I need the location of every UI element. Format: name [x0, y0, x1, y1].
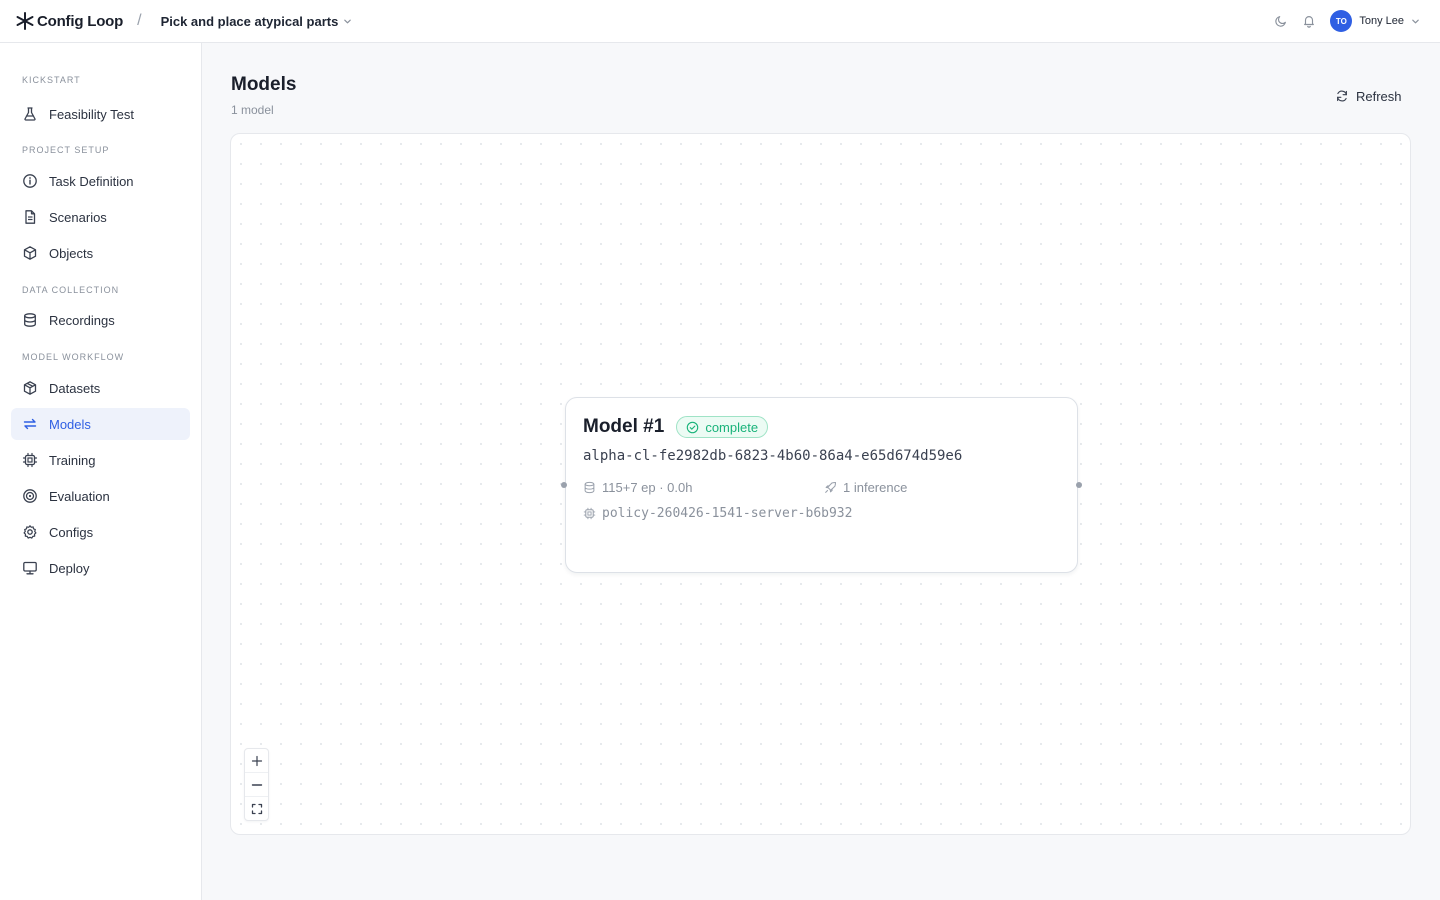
package-icon: [23, 381, 37, 395]
policy-value: policy-260426-1541-server-b6b932: [602, 506, 853, 521]
breadcrumb-separator: /: [137, 12, 142, 29]
moon-icon[interactable]: [1274, 14, 1288, 28]
plus-icon: [251, 755, 262, 766]
status-label: complete: [705, 419, 759, 435]
sidebar-item-label: Configs: [49, 524, 94, 540]
sidebar-item-label: Objects: [49, 245, 94, 261]
inference-value: 1 inference: [843, 480, 908, 495]
sidebar-item-label: Datasets: [49, 380, 101, 396]
brand-name: Config Loop: [37, 12, 124, 30]
sidebar-item-label: Recordings: [49, 312, 115, 328]
cube-icon: [23, 246, 37, 260]
database-icon: [24, 313, 36, 327]
section-label-model-workflow: MODEL WORKFLOW: [22, 352, 125, 362]
sidebar-item-datasets[interactable]: Datasets: [11, 372, 190, 404]
inference-meta: 1 inference: [824, 480, 907, 495]
sidebar-item-training[interactable]: Training: [11, 444, 190, 476]
monitor-icon: [23, 561, 37, 575]
episodes-meta: 115+7 ep · 0.0h: [583, 480, 692, 495]
gear-icon: [23, 525, 37, 539]
node-header: Model #1 complete: [583, 416, 769, 438]
sidebar-item-models[interactable]: Models: [11, 408, 190, 440]
info-icon: [23, 174, 37, 188]
sidebar-item-label: Evaluation: [49, 488, 110, 504]
cpu-icon: [583, 507, 596, 520]
brand[interactable]: Config Loop: [15, 11, 123, 31]
sidebar-item-recordings[interactable]: Recordings: [11, 304, 190, 336]
chevron-down-icon: [1412, 19, 1419, 23]
sidebar-item-deploy[interactable]: Deploy: [11, 552, 190, 584]
fullscreen-icon: [251, 803, 262, 815]
zoom-in-button[interactable]: [245, 749, 268, 773]
sidebar-item-objects[interactable]: Objects: [11, 237, 190, 269]
refresh-label: Refresh: [1356, 88, 1402, 104]
model-id: alpha-cl-fe2982db-6823-4b60-86a4-e65d674…: [583, 448, 963, 464]
model-node[interactable]: Model #1 complete alpha-cl-fe2982db-6823…: [561, 397, 1082, 573]
refresh-icon: [1337, 90, 1347, 102]
sidebar: KICKSTART Feasibility Test PROJECT SETUP…: [0, 43, 202, 900]
document-icon: [25, 210, 36, 224]
episodes-value: 115+7 ep · 0.0h: [602, 480, 693, 495]
database-icon: [584, 481, 595, 494]
sidebar-item-label: Scenarios: [49, 209, 107, 225]
sidebar-item-label: Task Definition: [49, 173, 134, 189]
arrows-exchange-icon: [23, 418, 37, 430]
bell-icon[interactable]: [1302, 14, 1316, 28]
check-circle-icon: [687, 421, 699, 433]
sidebar-item-label: Deploy: [49, 560, 90, 576]
model-title: Model #1: [583, 416, 665, 437]
top-bar: Config Loop / Pick and place atypical pa…: [0, 0, 1440, 43]
section-label-kickstart: KICKSTART: [22, 75, 81, 85]
user-menu[interactable]: TO Tony Lee: [1330, 10, 1420, 32]
policy-meta: policy-260426-1541-server-b6b932: [583, 506, 852, 521]
sidebar-item-label: Training: [49, 452, 96, 468]
asterisk-logo-icon: [16, 12, 34, 30]
avatar: TO: [1330, 10, 1353, 32]
project-switcher[interactable]: Pick and place atypical parts: [161, 14, 353, 29]
status-badge: complete: [676, 416, 769, 438]
user-name: Tony Lee: [1359, 15, 1404, 27]
refresh-button[interactable]: Refresh: [1325, 84, 1412, 108]
page-subtitle: 1 model: [231, 103, 274, 117]
section-label-project-setup: PROJECT SETUP: [22, 145, 110, 155]
zoom-controls: [244, 748, 269, 821]
sidebar-item-evaluation[interactable]: Evaluation: [11, 480, 190, 512]
sidebar-item-label: Models: [49, 416, 91, 432]
minus-icon: [251, 783, 262, 786]
target-icon: [23, 489, 37, 503]
page-title: Models: [231, 74, 297, 95]
flask-icon: [24, 107, 36, 121]
node-input-handle[interactable]: [561, 482, 567, 488]
fit-view-button[interactable]: [245, 797, 268, 821]
rocket-icon: [825, 481, 837, 493]
section-label-data-collection: DATA COLLECTION: [22, 285, 120, 295]
sidebar-item-label: Feasibility Test: [49, 106, 135, 122]
zoom-out-button[interactable]: [245, 773, 268, 797]
node-output-handle[interactable]: [1076, 482, 1082, 488]
project-name: Pick and place atypical parts: [160, 13, 339, 29]
sidebar-item-configs[interactable]: Configs: [11, 516, 190, 548]
model-graph-canvas[interactable]: Model #1 complete alpha-cl-fe2982db-6823…: [230, 133, 1411, 835]
top-right-actions: TO Tony Lee: [1260, 10, 1420, 32]
chevron-down-icon: [344, 19, 352, 23]
sidebar-item-feasibility-test[interactable]: Feasibility Test: [11, 98, 190, 130]
cpu-icon: [22, 452, 38, 468]
sidebar-item-task-definition[interactable]: Task Definition: [11, 165, 190, 197]
sidebar-item-scenarios[interactable]: Scenarios: [11, 201, 190, 233]
